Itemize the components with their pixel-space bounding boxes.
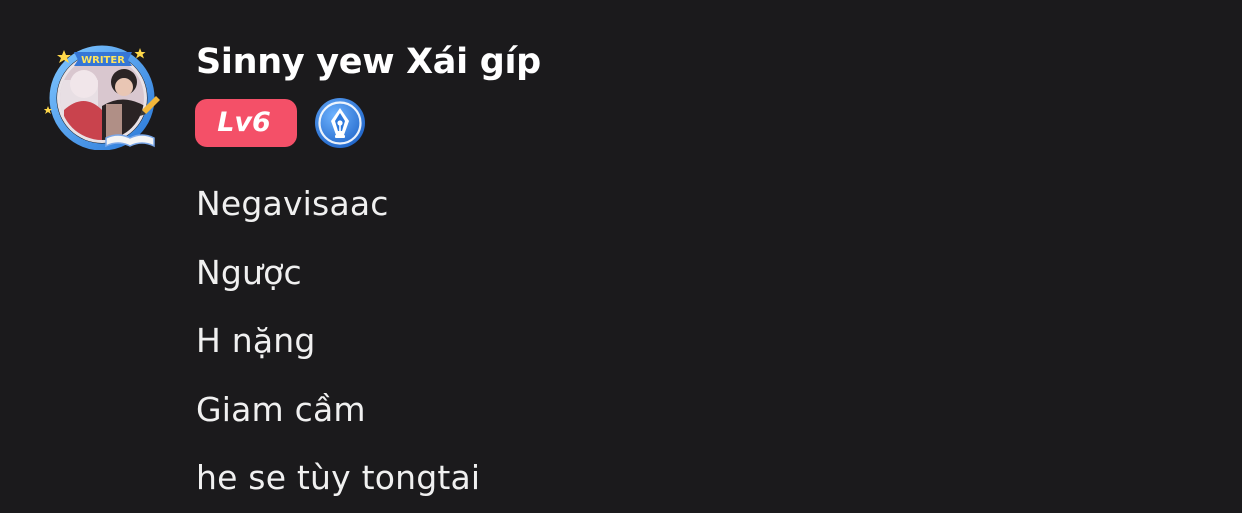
author-name[interactable]: Sinny yew Xái gíp xyxy=(196,40,541,84)
avatar[interactable]: WRITER xyxy=(44,40,166,150)
author-badges: Lv6 xyxy=(195,97,366,149)
comment-line: Negavisaac xyxy=(196,184,389,223)
comment-line: he se tùy tongtai xyxy=(196,458,481,497)
fountain-pen-nib-icon[interactable] xyxy=(314,97,366,149)
writer-frame-label: WRITER xyxy=(81,55,125,66)
comment-line: Giam cầm xyxy=(196,389,366,429)
comment-body: Negavisaac Ngược H nặng Giam cầm he se t… xyxy=(196,170,480,513)
comment-line: H nặng xyxy=(196,321,316,360)
comment-line: Ngược xyxy=(196,252,302,292)
level-badge[interactable]: Lv6 xyxy=(195,99,297,147)
writer-frame-avatar-icon: WRITER xyxy=(44,45,160,150)
